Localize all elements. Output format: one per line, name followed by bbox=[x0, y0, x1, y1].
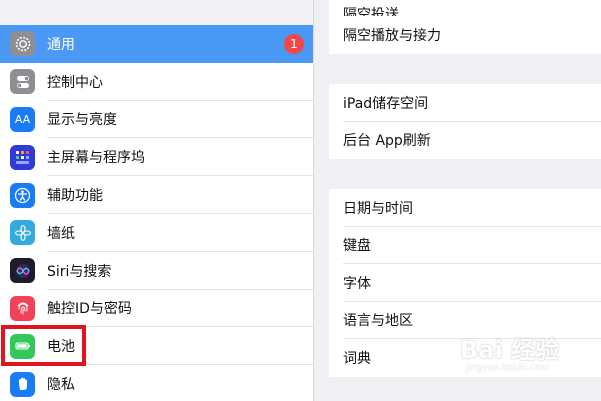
toggles-icon bbox=[10, 69, 35, 95]
sidebar-item-label: 主屏幕与程序坞 bbox=[47, 150, 145, 167]
sidebar-item-label: 隐私 bbox=[47, 377, 75, 394]
sidebar-item-general[interactable]: 通用 1 bbox=[0, 25, 313, 63]
row-label: iPad储存空间 bbox=[343, 95, 429, 112]
accessibility-icon bbox=[10, 182, 35, 208]
sidebar-top-strip bbox=[0, 0, 313, 25]
settings-content: 隔空投送 隔空播放与接力 iPad储存空间 后台 App刷新 日期与时间 键盘 … bbox=[315, 0, 601, 401]
row-ipad-storage[interactable]: iPad储存空间 bbox=[329, 84, 601, 122]
row-airplay-handoff[interactable]: 隔空播放与接力 bbox=[329, 16, 601, 54]
sidebar-item-privacy[interactable]: 隐私 bbox=[0, 365, 313, 401]
row-label: 键盘 bbox=[343, 238, 371, 255]
home-grid-icon bbox=[10, 144, 35, 170]
notification-badge: 1 bbox=[284, 34, 304, 54]
row-language-region[interactable]: 语言与地区 bbox=[329, 302, 601, 339]
flower-icon bbox=[10, 220, 35, 246]
row-date-time[interactable]: 日期与时间 bbox=[329, 189, 601, 227]
gear-icon bbox=[10, 31, 35, 57]
sidebar-item-control-center[interactable]: 控制中心 bbox=[0, 62, 313, 101]
sidebar-item-home-screen[interactable]: 主屏幕与程序坞 bbox=[0, 138, 313, 177]
row-dictionary[interactable]: 词典 bbox=[329, 339, 601, 377]
group-datetime: 日期与时间 键盘 字体 语言与地区 词典 bbox=[329, 189, 601, 377]
sidebar-item-display[interactable]: AA 显示与亮度 bbox=[0, 100, 313, 139]
sidebar-item-accessibility[interactable]: 辅助功能 bbox=[0, 176, 313, 214]
red-highlight-box bbox=[1, 325, 86, 366]
row-background-app-refresh[interactable]: 后台 App刷新 bbox=[329, 122, 601, 160]
row-label: 语言与地区 bbox=[343, 313, 413, 330]
sidebar-item-label: 墙纸 bbox=[47, 225, 75, 242]
sidebar-item-wallpaper[interactable]: 墙纸 bbox=[0, 213, 313, 252]
row-label: 隔空投送 bbox=[343, 7, 399, 16]
group-airdrop: 隔空投送 隔空播放与接力 bbox=[329, 0, 601, 54]
hand-icon bbox=[10, 371, 35, 397]
sidebar-item-label: 控制中心 bbox=[47, 74, 103, 91]
row-keyboard[interactable]: 键盘 bbox=[329, 227, 601, 264]
sidebar-item-touch-id[interactable]: 触控ID与密码 bbox=[0, 289, 313, 328]
row-label: 字体 bbox=[343, 275, 371, 292]
sidebar-item-label: Siri与搜索 bbox=[47, 263, 112, 280]
row-fonts[interactable]: 字体 bbox=[329, 264, 601, 302]
fingerprint-icon bbox=[10, 295, 35, 321]
text-size-icon: AA bbox=[10, 106, 35, 132]
sidebar-item-label: 辅助功能 bbox=[47, 188, 103, 205]
siri-icon bbox=[10, 258, 35, 284]
sidebar-item-label: 触控ID与密码 bbox=[47, 301, 132, 318]
row-label: 后台 App刷新 bbox=[343, 133, 431, 150]
row-label: 隔空播放与接力 bbox=[343, 28, 441, 44]
row-airdrop[interactable]: 隔空投送 bbox=[329, 0, 601, 16]
group-storage: iPad储存空间 后台 App刷新 bbox=[329, 84, 601, 159]
sidebar-item-label: 通用 bbox=[47, 36, 75, 53]
sidebar-item-label: 显示与亮度 bbox=[47, 112, 117, 129]
row-label: 词典 bbox=[343, 350, 371, 367]
settings-sidebar: 通用 1 控制中心 AA 显示与亮度 主屏幕与程序坞 辅助功能 墙纸 Siri与… bbox=[0, 0, 314, 401]
sidebar-item-siri[interactable]: Siri与搜索 bbox=[0, 251, 313, 290]
row-label: 日期与时间 bbox=[343, 200, 413, 217]
text-size-glyph: AA bbox=[14, 112, 31, 126]
